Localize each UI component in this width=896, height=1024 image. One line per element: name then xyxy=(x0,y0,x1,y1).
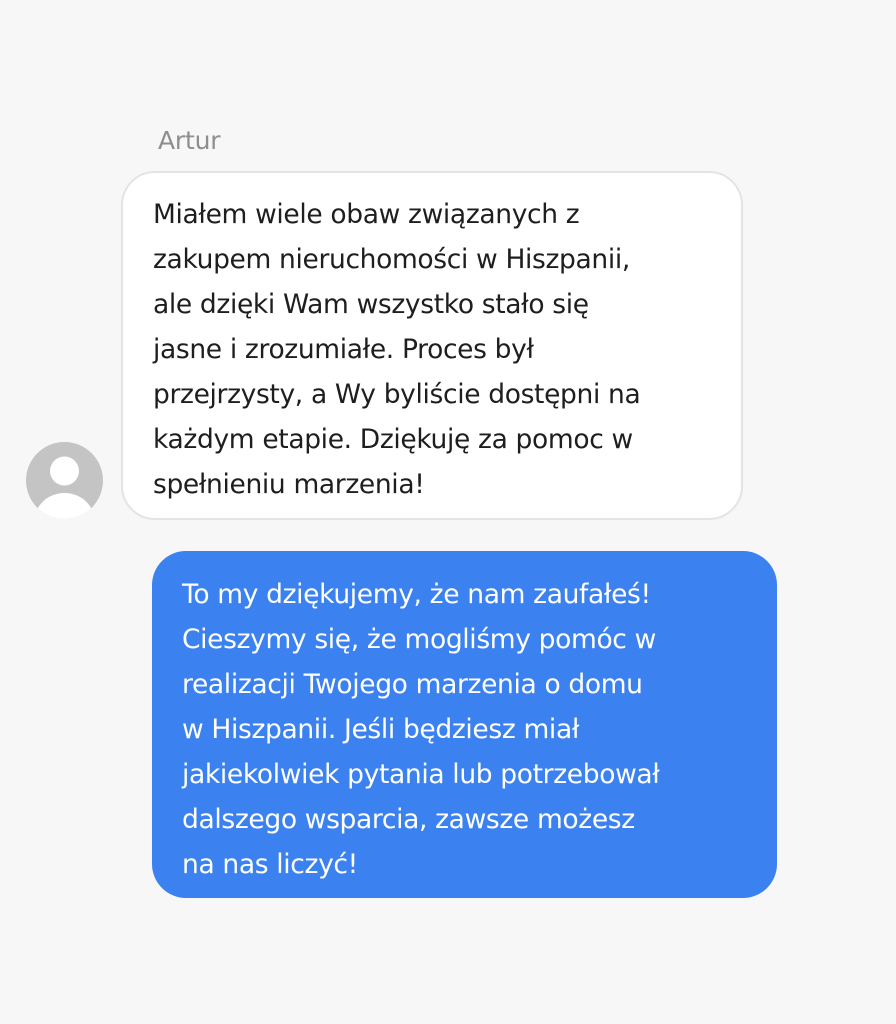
sender-name: Artur xyxy=(158,126,221,155)
default-user-silhouette-icon xyxy=(34,456,95,519)
avatar[interactable] xyxy=(26,442,103,519)
outgoing-message-bubble: To my dziękujemy, że nam zaufałeś! Ciesz… xyxy=(152,551,777,898)
incoming-message-bubble: Miałem wiele obaw związanych z zakupem n… xyxy=(121,171,743,520)
